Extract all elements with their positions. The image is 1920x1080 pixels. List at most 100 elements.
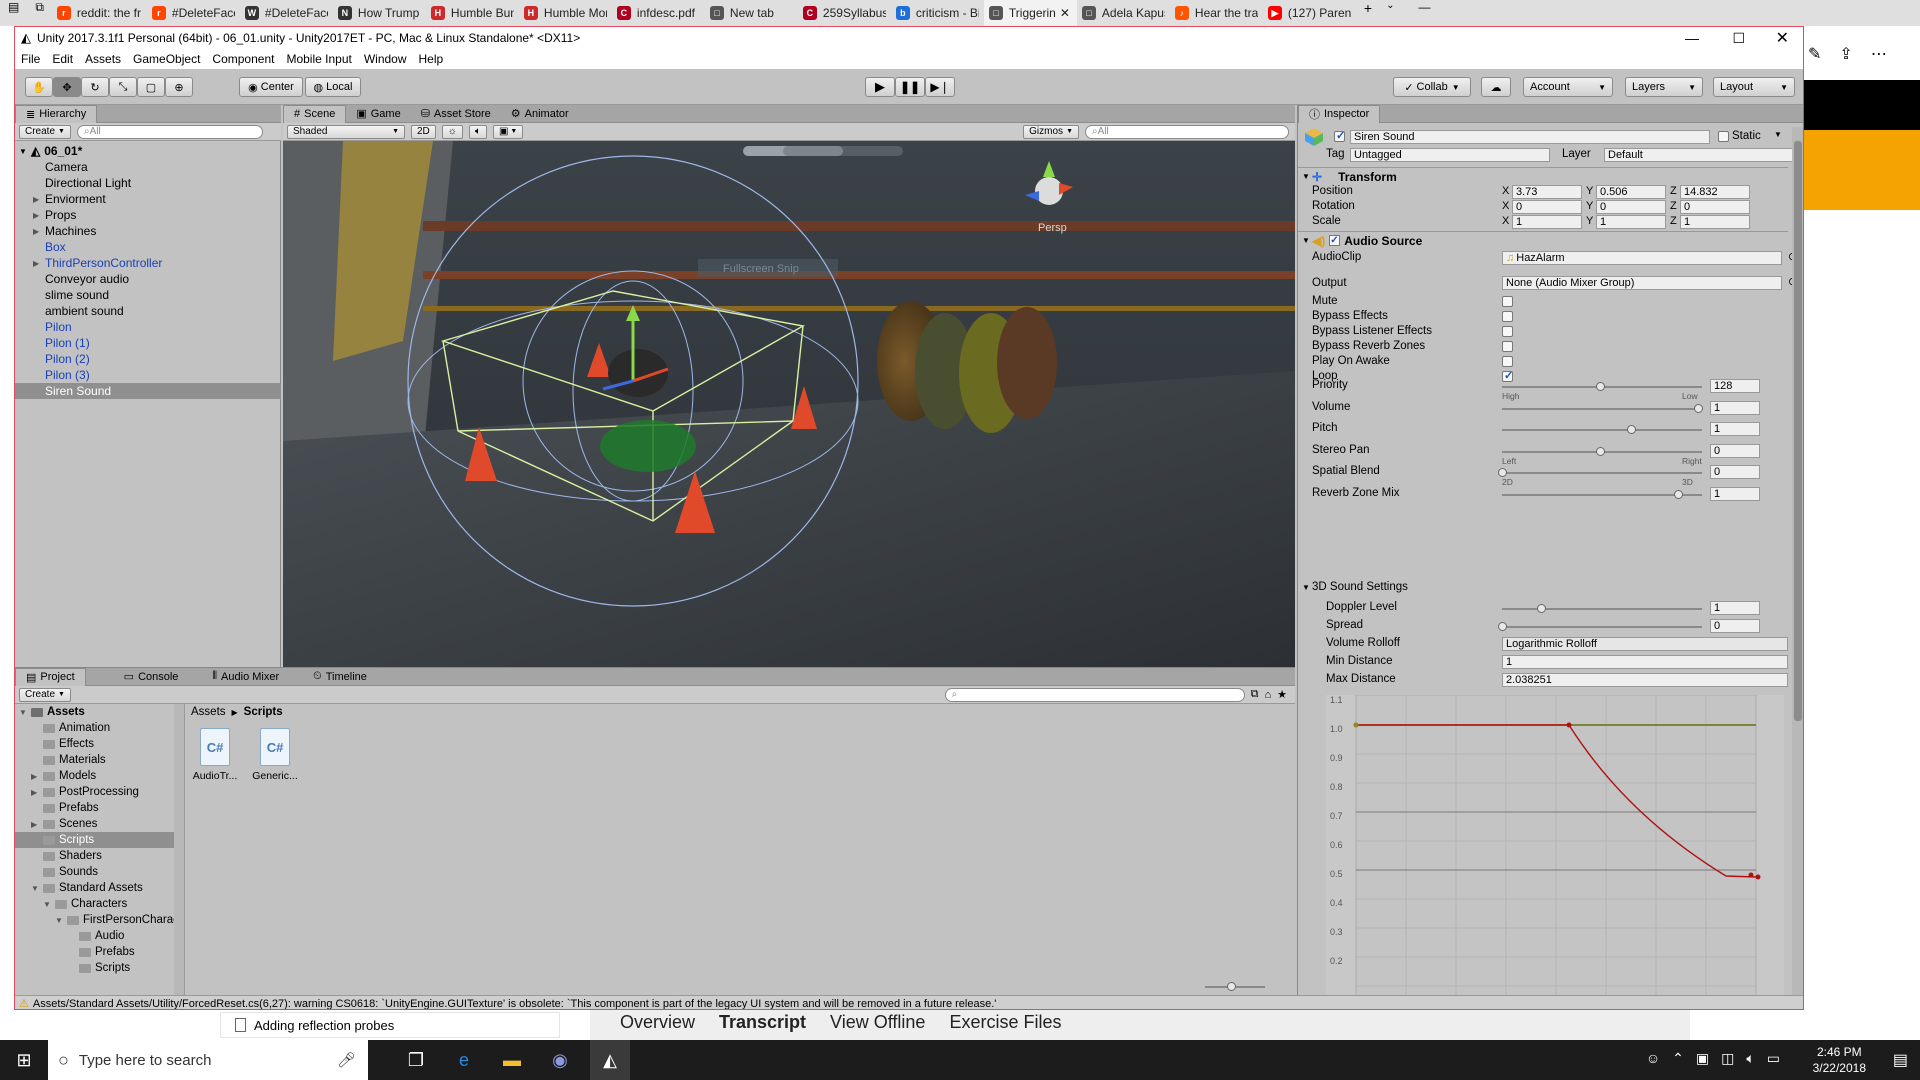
microphone-icon[interactable]: 🎤︎: [337, 1051, 356, 1069]
slider-knob[interactable]: [1596, 446, 1605, 456]
hierarchy-item[interactable]: Pilon: [15, 319, 281, 335]
volume-icon[interactable]: 🔈︎: [1746, 1050, 1754, 1067]
collab-button[interactable]: ✓ Collab ▼: [1393, 77, 1471, 97]
hierarchy-item[interactable]: Directional Light: [15, 175, 281, 191]
battery-icon[interactable]: ▭: [1767, 1050, 1780, 1067]
tab-list-chevron-icon[interactable]: ⌄: [1380, 0, 1400, 26]
folder-tree-item[interactable]: Audio: [15, 928, 184, 944]
transform-scale-x-field[interactable]: 1: [1512, 215, 1582, 229]
3d-sound-settings-header[interactable]: ▼ 3D Sound Settings: [1298, 579, 1788, 595]
slider-value-field[interactable]: 128: [1710, 379, 1760, 393]
transform-scale-y-field[interactable]: 1: [1596, 215, 1666, 229]
step-button[interactable]: ▶❘: [925, 77, 955, 97]
inspector-scrollbar[interactable]: [1792, 127, 1803, 1009]
cloud-button[interactable]: ☁: [1481, 77, 1511, 97]
folder-tree-item[interactable]: Effects: [15, 736, 184, 752]
script-asset[interactable]: C# Generic...: [251, 728, 299, 782]
audio-enabled-checkbox[interactable]: ✓: [1329, 235, 1341, 246]
tab-inspector[interactable]: ⓘ Inspector: [1298, 104, 1381, 123]
scale-tool-button[interactable]: ⤡: [109, 77, 137, 97]
expand-arrow-icon[interactable]: ▼: [43, 900, 55, 909]
slider-value-field[interactable]: 1: [1710, 486, 1760, 501]
folder-tree-item[interactable]: ▼ FirstPersonCharac: [15, 912, 184, 928]
filter-type-icon[interactable]: ⧉: [1251, 688, 1259, 701]
transform-position-x-field[interactable]: 3.73: [1512, 185, 1582, 199]
expand-arrow-icon[interactable]: ▼: [55, 916, 67, 925]
chevron-up-icon[interactable]: ⌃: [1672, 1050, 1684, 1067]
browser-tab[interactable]: r #DeleteFacel: [147, 0, 240, 26]
tab-game[interactable]: ▣ Game: [346, 105, 410, 123]
slider-track[interactable]: [1502, 403, 1703, 413]
windows-start-icon[interactable]: ⊞: [12, 1048, 36, 1072]
hierarchy-item[interactable]: ambient sound: [15, 303, 281, 319]
folder-tree-item[interactable]: ▼ Standard Assets: [15, 880, 184, 896]
people-icon[interactable]: ☺: [1646, 1050, 1660, 1067]
doppler-slider[interactable]: [1502, 604, 1702, 613]
favorite-star-icon[interactable]: ★: [1277, 688, 1287, 701]
browser-tab[interactable]: ♪ Hear the trac: [1170, 0, 1263, 26]
minimize-button[interactable]: —: [1685, 30, 1699, 46]
menu-item[interactable]: Assets: [79, 52, 127, 66]
filter-label-icon[interactable]: ⌂: [1264, 689, 1271, 701]
scene-root[interactable]: ▼ ◭ 06_01*: [15, 143, 281, 159]
folder-tree-item[interactable]: Animation: [15, 720, 184, 736]
new-tab-icon[interactable]: +: [1356, 0, 1380, 26]
notification-badge-icon[interactable]: ▣: [1696, 1050, 1709, 1067]
rolloff-curve-graph[interactable]: 1.1 1.0 0.9 0.8 0.7 0.6 0.5 0.4 0.3 0.2: [1326, 694, 1784, 1009]
account-dropdown[interactable]: Account ▼: [1523, 77, 1613, 97]
breadcrumb-scripts[interactable]: Scripts: [244, 706, 283, 720]
scene-search-input[interactable]: ⌕ All: [1085, 124, 1289, 139]
slider-value-field[interactable]: 0: [1710, 443, 1760, 458]
console-status-bar[interactable]: ⚠ Assets/Standard Assets/Utility/ForcedR…: [15, 995, 1803, 1009]
video-list-item[interactable]: Adding reflection probes: [220, 1012, 560, 1038]
browser-tab[interactable]: □ Triggerin ✕: [983, 0, 1077, 26]
tab-overview-icon[interactable]: ⧉: [27, 0, 52, 26]
browser-menu-icon[interactable]: ▤: [0, 0, 27, 26]
browser-tab[interactable]: □ Adela Kapuś: [1077, 0, 1170, 26]
slider-value-field[interactable]: 1: [1710, 422, 1760, 436]
more-icon[interactable]: ⋯: [1871, 44, 1887, 64]
script-asset[interactable]: C# AudioTr...: [191, 728, 239, 782]
scene-viewport[interactable]: Fullscreen Snip Persp: [283, 141, 1295, 667]
taskbar-search-box[interactable]: ○ Type here to search 🎤︎: [48, 1040, 368, 1080]
tab-timeline[interactable]: ⏲ Timeline: [303, 668, 377, 686]
folder-tree-item[interactable]: ▶ Models: [15, 768, 184, 784]
folder-tree-item[interactable]: Prefabs: [15, 944, 184, 960]
tree-scrollbar[interactable]: [174, 704, 184, 1002]
output-field[interactable]: None (Audio Mixer Group): [1502, 276, 1782, 290]
pause-button[interactable]: ❚❚: [895, 77, 925, 97]
hierarchy-item[interactable]: Camera: [15, 159, 281, 175]
transform-position-y-field[interactable]: 0.506: [1596, 185, 1666, 199]
clock[interactable]: 2:46 PM 3/22/2018: [1813, 1044, 1866, 1076]
doppler-field[interactable]: 1: [1710, 601, 1760, 615]
hierarchy-search-input[interactable]: ⌕ All: [76, 124, 263, 139]
tab-console[interactable]: ▭ Console: [114, 668, 189, 686]
audio-toggle[interactable]: 🔈︎: [468, 124, 487, 139]
toggle-checkbox[interactable]: [1502, 311, 1513, 322]
transform-header[interactable]: ▼ ✛ Transform: [1298, 167, 1788, 185]
layer-dropdown[interactable]: Default: [1604, 148, 1796, 162]
edge-browser-icon[interactable]: e: [452, 1048, 476, 1072]
menu-item[interactable]: File: [15, 52, 46, 66]
slider-knob[interactable]: [1596, 382, 1605, 391]
toggle-checkbox[interactable]: [1502, 341, 1513, 352]
course-tab[interactable]: Transcript: [719, 1012, 806, 1033]
tab-animator[interactable]: ⚙ Animator: [501, 105, 579, 123]
slider-value-field[interactable]: 1: [1710, 400, 1760, 415]
icon-size-slider[interactable]: [1205, 982, 1265, 991]
move-tool-button[interactable]: ✥: [53, 77, 81, 97]
discord-icon[interactable]: ◉: [548, 1048, 572, 1072]
close-button[interactable]: ✕: [1776, 28, 1789, 48]
tab-audio-mixer[interactable]: ⫴ Audio Mixer: [202, 668, 289, 686]
toggle-checkbox[interactable]: [1502, 326, 1513, 337]
hierarchy-item[interactable]: ▶ ThirdPersonController: [15, 255, 281, 271]
slider-knob[interactable]: [1537, 604, 1547, 613]
layout-dropdown[interactable]: Layout ▼: [1713, 77, 1795, 97]
slider-track[interactable]: [1502, 489, 1702, 499]
pivot-center-button[interactable]: ◉ Center: [239, 77, 303, 97]
pen-icon[interactable]: ✎: [1808, 44, 1821, 64]
toggle-checkbox[interactable]: [1502, 296, 1513, 307]
file-explorer-icon[interactable]: ▬: [500, 1048, 524, 1072]
max-distance-field[interactable]: 2.038251: [1502, 673, 1788, 687]
tab-hierarchy[interactable]: ≣ Hierarchy: [15, 104, 98, 123]
